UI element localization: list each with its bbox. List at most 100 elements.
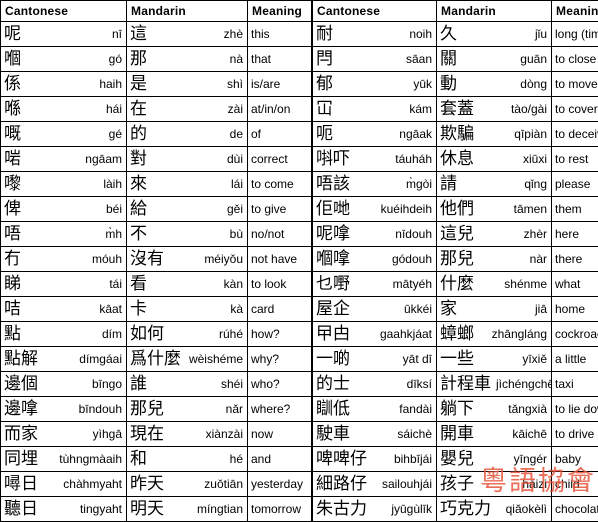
cantonese-romanization: gódouh [387,251,432,267]
mandarin-pinyin: bù [225,226,243,242]
cantonese-pair: 點解dímgáai [1,347,126,371]
cell-meaning: to come [248,172,312,197]
cantonese-pair: 冚kám [313,97,436,121]
cell-meaning: child [552,472,598,497]
mandarin-pinyin: shéi [216,376,243,392]
mandarin-hanzi: 在 [130,98,147,120]
cell-meaning: not have [248,247,312,272]
table-row: 邊嗱bīndouh那兒nǎrwhere? [1,397,312,422]
meaning-text: to drive [552,422,598,446]
mandarin-pinyin: zhāngláng [487,326,547,342]
meaning-text: where? [248,397,311,421]
mandarin-hanzi: 和 [130,448,147,470]
mandarin-pinyin: méiyǒu [199,251,243,267]
cantonese-pair: 係haih [1,72,126,96]
table-row: 啤啤仔bihbījái嬰兒yīngérbaby [313,447,598,472]
table-row: 冚kám套蓋tào/gàito cover [313,97,598,122]
cell-meaning: no/not [248,222,312,247]
cell-mandarin: 動dòng [437,72,552,97]
mandarin-pair: 孩子háizi [437,472,551,496]
table-row: 呃ngāak欺騙qīpiànto deceive [313,122,598,147]
mandarin-pinyin: tāmen [509,201,547,217]
mandarin-pair: 那兒nǎr [127,397,247,421]
table-row: 呢嗱nīdouh這兒zhèrhere [313,222,598,247]
cantonese-pair: 屋企ūkkéi [313,297,436,321]
meaning-text: correct [248,147,311,171]
cell-mandarin: 明天míngtian [127,497,248,522]
cell-mandarin: 套蓋tào/gài [437,97,552,122]
cell-mandarin: 休息xiūxi [437,147,552,172]
cantonese-pair: 啤啤仔bihbījái [313,447,436,471]
column-header-cantonese: Cantonese [1,1,127,22]
cantonese-romanization: dímgáai [74,351,122,367]
cantonese-hanzi: 朱古力 [316,498,367,520]
meaning-text: there [552,247,598,271]
cantonese-pair: 噚日chàhmyaht [1,472,126,496]
meaning-text: child [552,472,598,496]
cantonese-pair: 睇tái [1,272,126,296]
table-row: 佢哋kuéihdeih他們tāmenthem [313,197,598,222]
cantonese-pair: 呢嗱nīdouh [313,222,436,246]
cell-mandarin: 昨天zuǒtiān [127,472,248,497]
mandarin-pair: 爲什麼wèishéme [127,347,247,371]
mandarin-hanzi: 欺騙 [440,123,474,145]
mandarin-hanzi: 他們 [440,198,474,220]
cantonese-romanization: kuéihdeih [376,201,432,217]
mandarin-hanzi: 躺下 [440,398,474,420]
mandarin-pair: 蟑螂zhāngláng [437,322,551,346]
cell-meaning: tomorrow [248,497,312,522]
cantonese-hanzi: 曱甴 [316,323,350,345]
mandarin-pinyin: shì [222,76,243,92]
cell-mandarin: 來lái [127,172,248,197]
cantonese-pair: 瞓低fandài [313,397,436,421]
cantonese-hanzi: 乜嘢 [316,273,350,295]
meaning-text: how? [248,322,311,346]
meaning-text: to look [248,272,311,296]
cantonese-pair: 閂sāan [313,47,436,71]
cell-cantonese: 嘅gé [1,122,127,147]
meaning-text: who? [248,372,311,396]
cell-meaning: this [248,22,312,47]
cantonese-hanzi: 嗰嗱 [316,248,350,270]
meaning-text: baby [552,447,598,471]
column-header-meaning: Meaning [248,1,312,22]
cell-mandarin: 那兒nǎr [127,397,248,422]
table-row: 嚟làih來láito come [1,172,312,197]
cell-meaning: to drive [552,422,598,447]
meaning-text: to rest [552,147,598,171]
mandarin-pinyin: tǎngxià [503,401,547,417]
cell-meaning: how? [248,322,312,347]
cell-mandarin: 欺騙qīpiàn [437,122,552,147]
cantonese-pair: 郁yūk [313,72,436,96]
cell-meaning: to move [552,72,598,97]
meaning-text: no/not [248,222,311,246]
cell-cantonese: 一啲yāt dī [313,347,437,372]
cell-mandarin: 躺下 tǎngxià [437,397,552,422]
cell-cantonese: 屋企ūkkéi [313,297,437,322]
cell-cantonese: 曱甴gaahkjáat [313,322,437,347]
cell-cantonese: 閂sāan [313,47,437,72]
cell-cantonese: 冚kám [313,97,437,122]
cantonese-romanization: bihbījái [389,451,432,467]
cell-mandarin: 一些yīxiě [437,347,552,372]
mandarin-pair: 開車kāichē [437,422,551,446]
cantonese-romanization: bīndouh [74,401,122,417]
mandarin-hanzi: 明天 [130,498,164,520]
cantonese-pair: 乜嘢mātyéh [313,272,436,296]
cantonese-pair: 嗰嗱 gódouh [313,247,436,271]
cantonese-romanization: ūkkéi [399,301,432,317]
mandarin-pinyin: kà [225,301,243,317]
cell-cantonese: 俾béi [1,197,127,222]
cell-mandarin: 嬰兒yīngér [437,447,552,472]
cell-cantonese: 呢nī [1,22,127,47]
cell-cantonese: 啱ngāam [1,147,127,172]
mandarin-pair: 沒有méiyǒu [127,247,247,271]
cantonese-romanization: gé [104,126,122,142]
cell-mandarin: 這兒zhèr [437,222,552,247]
cantonese-pair: 點dím [1,322,126,346]
cell-meaning: here [552,222,598,247]
cell-meaning: a little [552,347,598,372]
cantonese-hanzi: 咭 [4,298,21,320]
table-row: 點dím如何rúhéhow? [1,322,312,347]
table-row: 咭kāat卡kàcard [1,297,312,322]
